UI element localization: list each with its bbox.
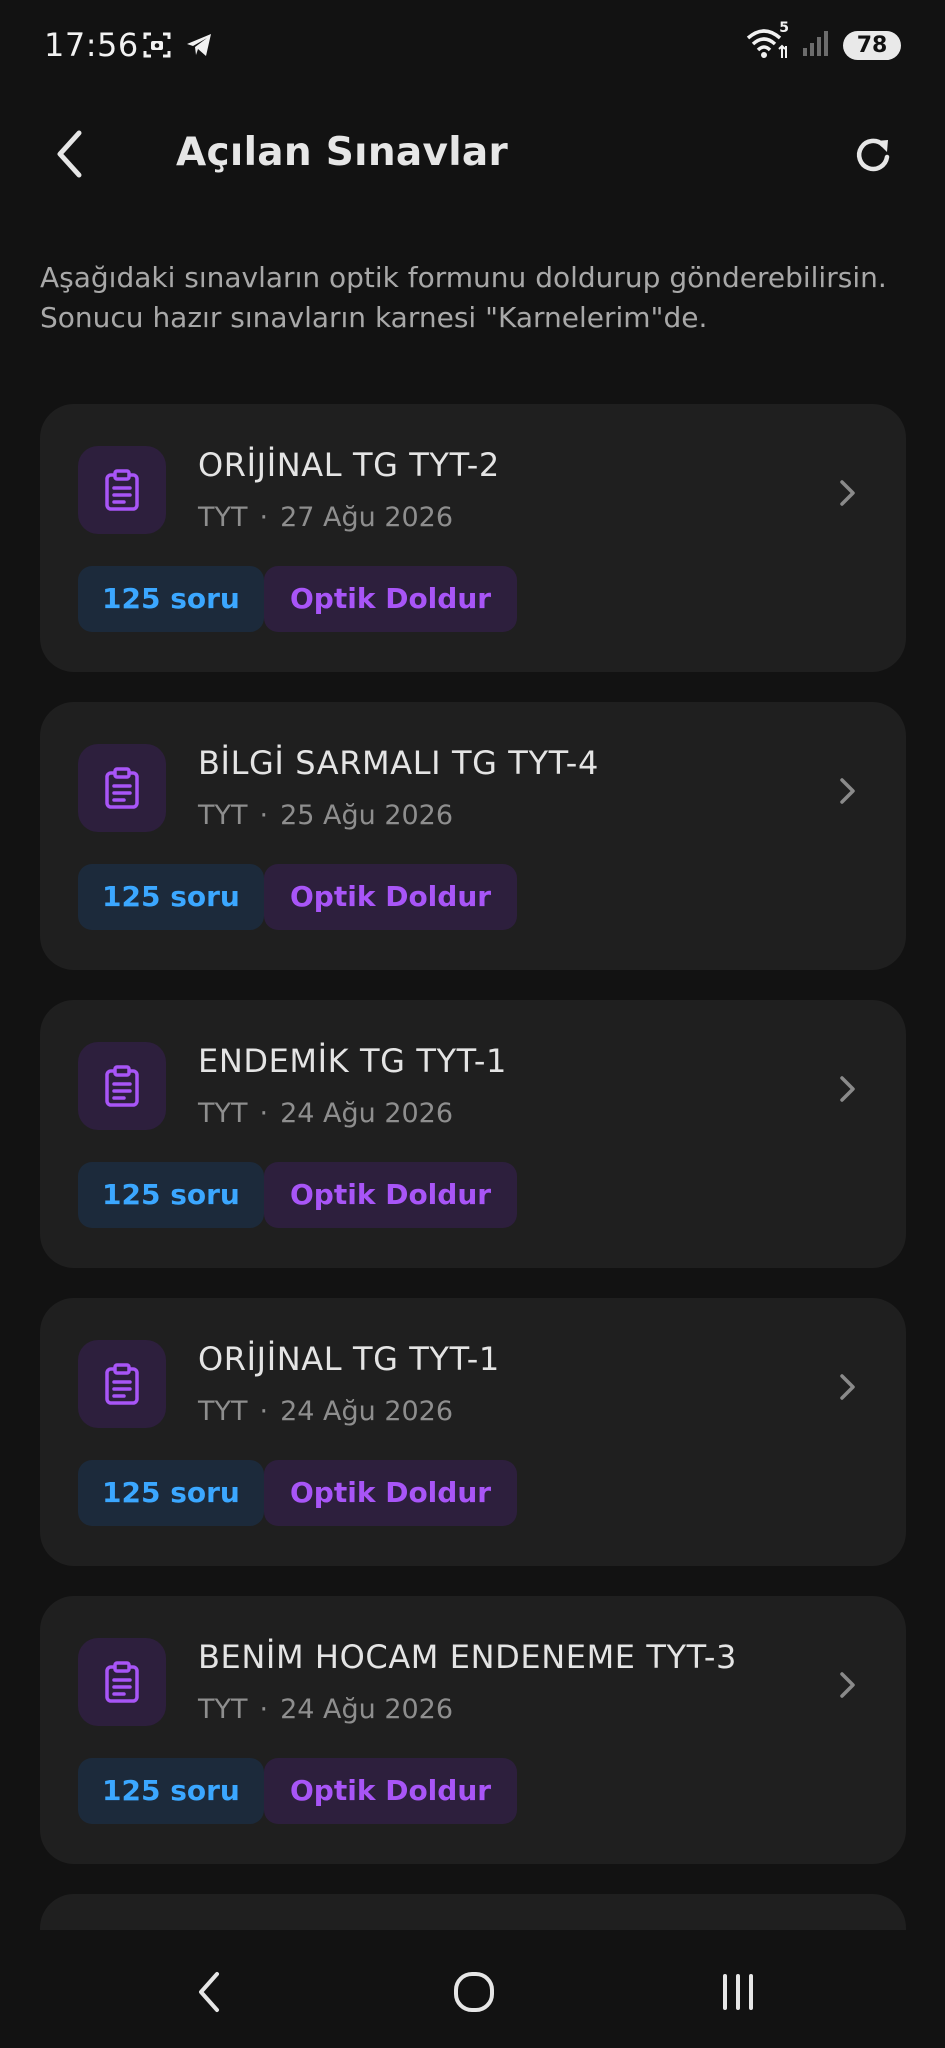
nav-back-icon	[199, 1972, 219, 2012]
exam-type: TYT	[198, 1694, 248, 1725]
exam-list: ORİJİNAL TG TYT-2 TYT · 27 Ağu 2026 125 so…	[40, 404, 906, 1894]
chevron-right-icon	[840, 480, 855, 506]
nav-home-icon	[454, 1972, 494, 2012]
clipboard-icon	[105, 469, 139, 511]
nav-recents-icon	[723, 1974, 753, 2010]
header: Açılan Sınavlar	[0, 110, 945, 200]
exam-title: BİLGİ SARMALI TG TYT-4	[198, 744, 599, 782]
exam-meta: TYT · 24 Ağu 2026	[198, 1098, 453, 1129]
nav-home-button[interactable]	[444, 1962, 504, 2022]
exam-title: ENDEMİK TG TYT-1	[198, 1042, 507, 1080]
exam-card[interactable]: BİLGİ SARMALI TG TYT-4 TYT · 25 Ağu 2026 1…	[40, 702, 906, 970]
chevron-left-icon	[57, 130, 82, 178]
exam-meta: TYT · 24 Ağu 2026	[198, 1396, 453, 1427]
exam-card[interactable]: ENDEMİK TG TYT-1 TYT · 24 Ağu 2026 125 sor…	[40, 1000, 906, 1268]
battery-icon: 78	[843, 30, 901, 60]
fill-optic-button[interactable]: Optik Doldur	[264, 1162, 518, 1228]
exam-title: ORİJİNAL TG TYT-1	[198, 1340, 500, 1378]
exam-card[interactable]: ORİJİNAL TG TYT-1 TYT · 24 Ağu 2026 125 so…	[40, 1298, 906, 1566]
question-count-badge: 125 soru	[78, 1162, 264, 1228]
telegram-icon	[184, 30, 214, 64]
status-right-icons: 5 78	[745, 20, 901, 64]
meta-separator: ·	[259, 1396, 269, 1427]
signal-icon	[801, 28, 831, 62]
question-count-badge: 125 soru	[78, 864, 264, 930]
system-nav-bar	[0, 1930, 945, 2048]
fill-optic-button[interactable]: Optik Doldur	[264, 1460, 518, 1526]
status-left-icons	[142, 30, 214, 64]
status-bar: 17:56 5 78	[0, 0, 945, 96]
meta-separator: ·	[259, 1694, 269, 1725]
chevron-right-icon	[840, 1076, 855, 1102]
intro-text: Aşağıdaki sınavların optik formunu doldu…	[40, 261, 887, 334]
screenshot-icon	[142, 30, 172, 64]
card-icon	[78, 744, 166, 832]
exam-meta: TYT · 27 Ağu 2026	[198, 502, 453, 533]
exam-type: TYT	[198, 502, 248, 533]
question-count-badge: 125 soru	[78, 566, 264, 632]
exam-card[interactable]: ORİJİNAL TG TYT-2 TYT · 27 Ağu 2026 125 so…	[40, 404, 906, 672]
exam-title: ORİJİNAL TG TYT-2	[198, 446, 500, 484]
exam-date: 24 Ağu 2026	[280, 1694, 454, 1725]
clipboard-icon	[105, 1065, 139, 1107]
exam-type: TYT	[198, 800, 248, 831]
back-button[interactable]	[44, 128, 96, 180]
refresh-icon	[856, 138, 890, 172]
chevron-right-icon	[840, 1672, 855, 1698]
meta-separator: ·	[259, 502, 269, 533]
screen: 17:56 5 78 Açılan Sınavlar Aşağıdaki sın…	[0, 0, 945, 2048]
meta-separator: ·	[259, 800, 269, 831]
card-icon	[78, 1042, 166, 1130]
wifi-icon: 5	[745, 20, 789, 64]
fill-optic-button[interactable]: Optik Doldur	[264, 566, 518, 632]
question-count-badge: 125 soru	[78, 1460, 264, 1526]
question-count-badge: 125 soru	[78, 1758, 264, 1824]
page-title: Açılan Sınavlar	[176, 130, 509, 175]
status-time: 17:56	[44, 26, 139, 64]
exam-meta: TYT · 25 Ağu 2026	[198, 800, 453, 831]
clipboard-icon	[105, 1661, 139, 1703]
exam-type: TYT	[198, 1098, 248, 1129]
wifi-badge: 5	[779, 20, 789, 36]
exam-title: BENİM HOCAM ENDENEME TYT-3	[198, 1638, 737, 1676]
fill-optic-button[interactable]: Optik Doldur	[264, 864, 518, 930]
chevron-right-icon	[840, 778, 855, 804]
refresh-button[interactable]	[847, 128, 901, 182]
chevron-right-icon	[840, 1374, 855, 1400]
card-icon	[78, 1638, 166, 1726]
exam-date: 25 Ağu 2026	[280, 800, 454, 831]
exam-card[interactable]: BENİM HOCAM ENDENEME TYT-3 TYT · 24 Ağu 20…	[40, 1596, 906, 1864]
fill-optic-button[interactable]: Optik Doldur	[264, 1758, 518, 1824]
exam-type: TYT	[198, 1396, 248, 1427]
exam-date: 24 Ağu 2026	[280, 1098, 454, 1129]
nav-back-button[interactable]	[180, 1962, 240, 2022]
clipboard-icon	[105, 767, 139, 809]
clipboard-icon	[105, 1363, 139, 1405]
nav-recents-button[interactable]	[708, 1962, 768, 2022]
meta-separator: ·	[259, 1098, 269, 1129]
exam-date: 27 Ağu 2026	[280, 502, 454, 533]
exam-date: 24 Ağu 2026	[280, 1396, 454, 1427]
exam-meta: TYT · 24 Ağu 2026	[198, 1694, 453, 1725]
card-icon	[78, 446, 166, 534]
card-icon	[78, 1340, 166, 1428]
